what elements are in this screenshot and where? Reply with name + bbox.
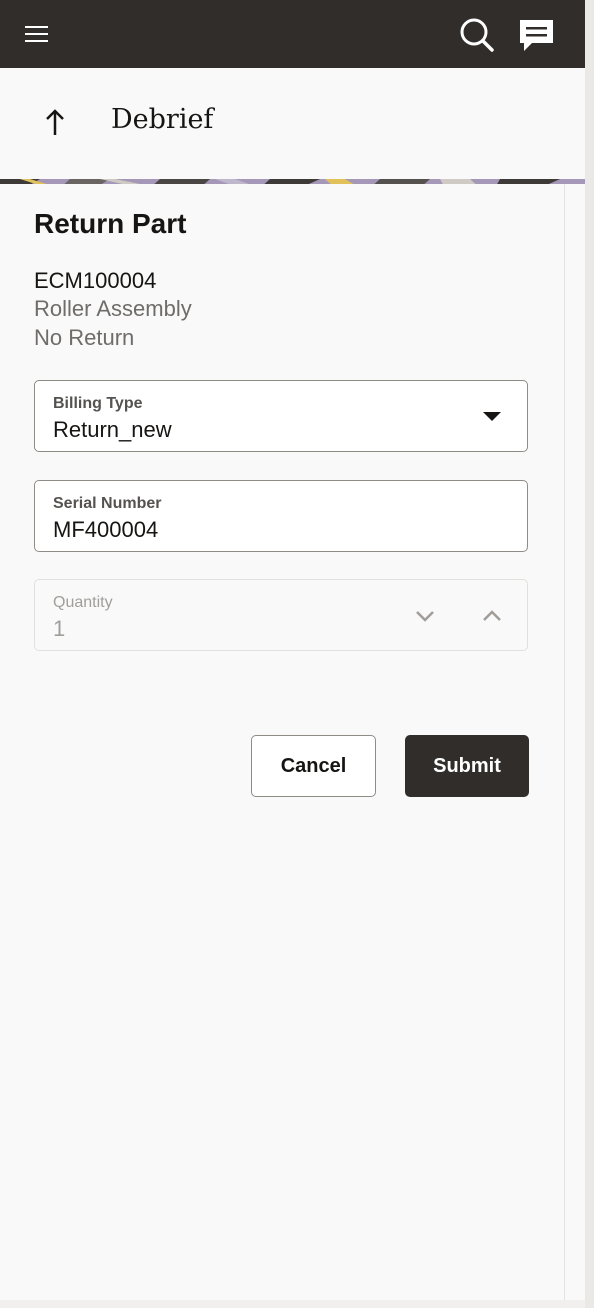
app-window: Debrief Return Part ECM100004 Roller Ass…	[0, 0, 585, 1300]
part-description: Roller Assembly	[34, 296, 192, 321]
search-button[interactable]	[456, 16, 496, 54]
banner-pattern	[0, 179, 585, 184]
submit-button[interactable]: Submit	[405, 735, 529, 797]
cancel-button[interactable]: Cancel	[251, 735, 376, 797]
content-divider	[564, 184, 565, 1300]
increment-button[interactable]	[478, 602, 506, 630]
part-id: ECM100004	[34, 268, 157, 293]
page-header	[0, 68, 585, 175]
menu-button[interactable]	[22, 20, 52, 48]
back-button[interactable]	[38, 105, 72, 139]
serial-number-value: MF400004	[53, 517, 159, 542]
billing-type-label: Billing Type	[53, 395, 143, 412]
menu-line	[25, 26, 48, 28]
serial-number-label: Serial Number	[53, 495, 162, 512]
page-title: Debrief	[111, 104, 214, 135]
caret-down-icon	[483, 412, 501, 421]
menu-line	[25, 40, 48, 42]
billing-type-select[interactable]: Billing Type Return_new	[34, 380, 528, 452]
search-icon	[460, 18, 494, 52]
chat-button[interactable]	[516, 16, 556, 54]
quantity-label: Quantity	[53, 594, 113, 611]
menu-line	[25, 33, 48, 35]
section-title: Return Part	[34, 208, 187, 239]
chevron-down-icon	[416, 611, 434, 622]
decrement-button[interactable]	[411, 602, 439, 630]
arrow-up-icon	[46, 109, 64, 135]
quantity-value: 1	[53, 616, 66, 641]
quantity-stepper[interactable]: Quantity 1	[34, 579, 528, 651]
return-status: No Return	[34, 325, 135, 350]
chevron-up-icon	[483, 610, 501, 621]
scrollbar-track[interactable]	[585, 0, 594, 1308]
billing-type-value: Return_new	[53, 417, 172, 442]
serial-number-field[interactable]: Serial Number MF400004	[34, 480, 528, 552]
top-app-bar	[0, 0, 585, 68]
decorative-banner	[0, 175, 585, 184]
chat-icon	[520, 20, 553, 51]
